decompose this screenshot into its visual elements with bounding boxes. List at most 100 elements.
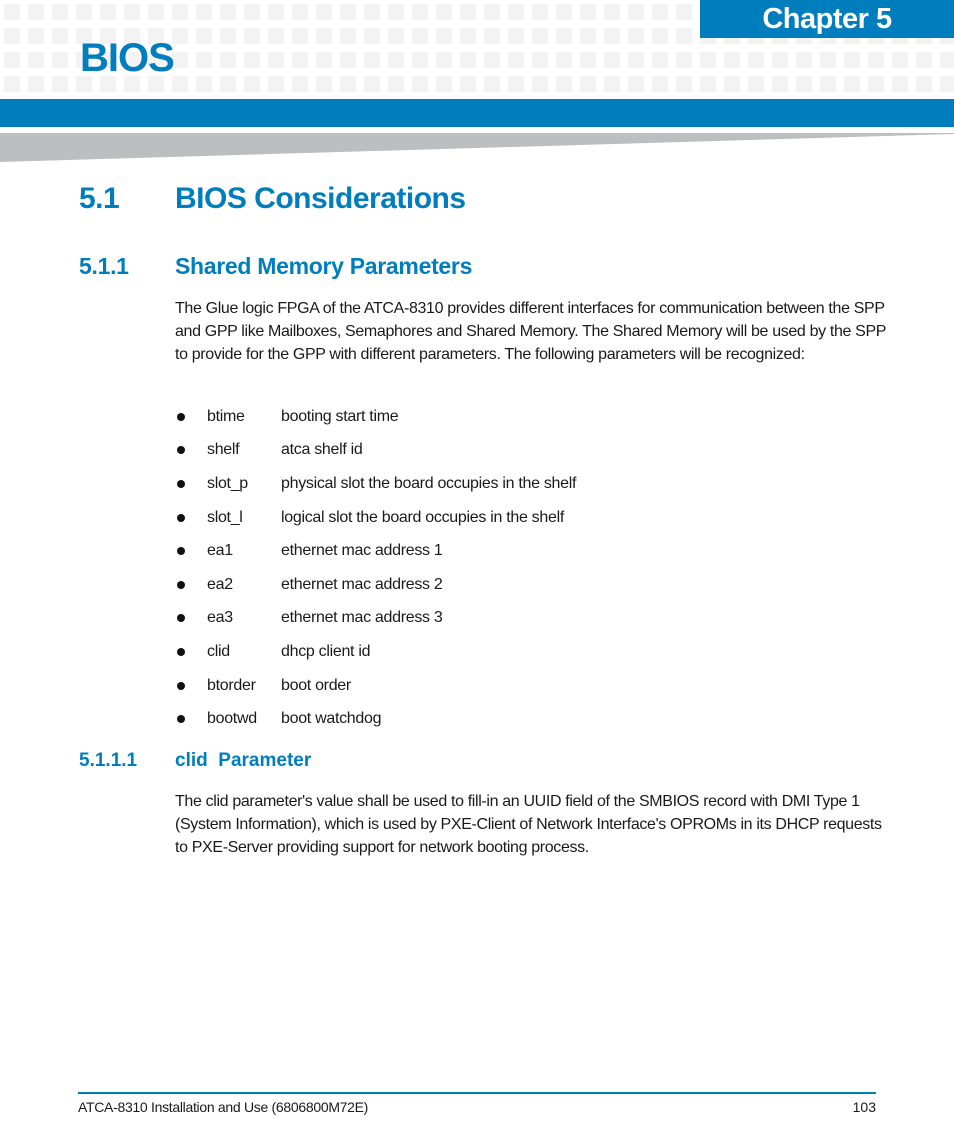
grid-cell xyxy=(652,28,668,44)
parameter-list-item: clid dhcp client id xyxy=(175,635,576,669)
parameter-list: btime booting start time shelf atca shelf i… xyxy=(175,400,576,736)
grid-cell xyxy=(364,4,380,20)
parameter-description: ethernet mac address 2 xyxy=(281,575,443,593)
grid-cell xyxy=(316,76,332,92)
grid-cell xyxy=(604,52,620,68)
grid-cell xyxy=(316,28,332,44)
grid-cell xyxy=(4,4,20,20)
grid-cell xyxy=(172,76,188,92)
page-number: 103 xyxy=(852,1099,876,1115)
parameter-description: boot watchdog xyxy=(281,710,382,728)
grid-cell xyxy=(268,28,284,44)
grid-cell xyxy=(436,28,452,44)
parameter-list-item: slot_l logical slot the board occupies in… xyxy=(175,501,576,535)
grid-cell xyxy=(196,76,212,92)
grid-cell xyxy=(52,28,68,44)
grid-cell xyxy=(484,76,500,92)
section-title: BIOS Considerations xyxy=(175,182,466,215)
grid-cell xyxy=(484,28,500,44)
bullet-icon xyxy=(177,479,185,488)
grid-cell xyxy=(268,4,284,20)
grid-cell xyxy=(172,52,188,68)
grid-cell xyxy=(316,52,332,68)
grid-cell xyxy=(340,28,356,44)
grid-cell xyxy=(580,4,596,20)
grid-cell xyxy=(52,4,68,20)
parameter-name: shelf xyxy=(207,441,240,459)
parameter-name: clid xyxy=(207,642,230,660)
grid-cell xyxy=(292,52,308,68)
parameter-description: atca shelf id xyxy=(281,441,363,459)
header-blue-bar xyxy=(0,99,954,127)
grid-cell xyxy=(172,28,188,44)
grid-cell xyxy=(220,4,236,20)
header-gray-wedge xyxy=(0,133,954,162)
parameter-list-item: bootwd boot watchdog xyxy=(175,702,576,736)
grid-cell xyxy=(388,4,404,20)
chapter-title: BIOS xyxy=(80,36,175,80)
grid-cell xyxy=(676,52,692,68)
grid-cell xyxy=(124,4,140,20)
grid-cell xyxy=(676,28,692,44)
footer-document-title: ATCA-8310 Installation and Use (6806800M… xyxy=(78,1099,369,1115)
grid-cell xyxy=(940,76,954,92)
grid-cell xyxy=(460,28,476,44)
grid-cell xyxy=(772,52,788,68)
subsection-heading: 5.1.1 Shared Memory Parameters xyxy=(79,253,472,280)
grid-cell xyxy=(316,4,332,20)
grid-cell xyxy=(724,52,740,68)
parameter-description: ethernet mac address 3 xyxy=(281,609,443,627)
parameter-list-item: ea1 ethernet mac address 1 xyxy=(175,534,576,568)
parameter-name: btorder xyxy=(207,676,256,694)
grid-cell xyxy=(28,76,44,92)
grid-cell xyxy=(388,28,404,44)
grid-cell xyxy=(292,28,308,44)
parameter-description: logical slot the board occupies in the s… xyxy=(281,508,564,526)
grid-cell xyxy=(292,4,308,20)
grid-cell xyxy=(508,52,524,68)
parameter-name: btime xyxy=(207,407,245,425)
bullet-icon xyxy=(177,412,185,421)
section-heading: 5.1 BIOS Considerations xyxy=(79,182,466,216)
subsection-title: Shared Memory Parameters xyxy=(175,253,473,279)
grid-cell xyxy=(28,28,44,44)
parameter-name: ea1 xyxy=(207,542,233,560)
grid-cell xyxy=(532,4,548,20)
grid-cell xyxy=(292,76,308,92)
grid-cell xyxy=(4,76,20,92)
parameter-description: boot order xyxy=(281,676,351,694)
clid-paragraph: The clid parameter's value shall be used… xyxy=(175,793,882,856)
grid-cell xyxy=(604,28,620,44)
grid-cell xyxy=(700,52,716,68)
grid-cell xyxy=(172,4,188,20)
grid-cell xyxy=(196,4,212,20)
grid-cell xyxy=(268,52,284,68)
grid-cell xyxy=(4,28,20,44)
grid-cell xyxy=(676,76,692,92)
grid-cell xyxy=(244,52,260,68)
grid-cell xyxy=(844,76,860,92)
grid-cell xyxy=(340,4,356,20)
grid-cell xyxy=(244,76,260,92)
subsubsection-title: clid Parameter xyxy=(175,750,312,771)
grid-cell xyxy=(580,28,596,44)
grid-cell xyxy=(76,4,92,20)
subsection-number: 5.1.1 xyxy=(79,253,129,279)
grid-cell xyxy=(652,52,668,68)
grid-cell xyxy=(244,28,260,44)
grid-cell xyxy=(580,76,596,92)
bullet-icon xyxy=(177,446,185,455)
intro-paragraph: The Glue logic FPGA of the ATCA-8310 pro… xyxy=(175,300,886,363)
grid-cell xyxy=(436,76,452,92)
grid-cell xyxy=(268,76,284,92)
grid-cell xyxy=(460,4,476,20)
grid-cell xyxy=(604,76,620,92)
subsubsection-number: 5.1.1.1 xyxy=(79,750,138,771)
grid-cell xyxy=(436,4,452,20)
grid-cell xyxy=(724,76,740,92)
grid-cell xyxy=(580,52,596,68)
grid-cell xyxy=(748,76,764,92)
grid-cell xyxy=(796,76,812,92)
grid-cell xyxy=(244,4,260,20)
parameter-description: dhcp client id xyxy=(281,642,371,660)
